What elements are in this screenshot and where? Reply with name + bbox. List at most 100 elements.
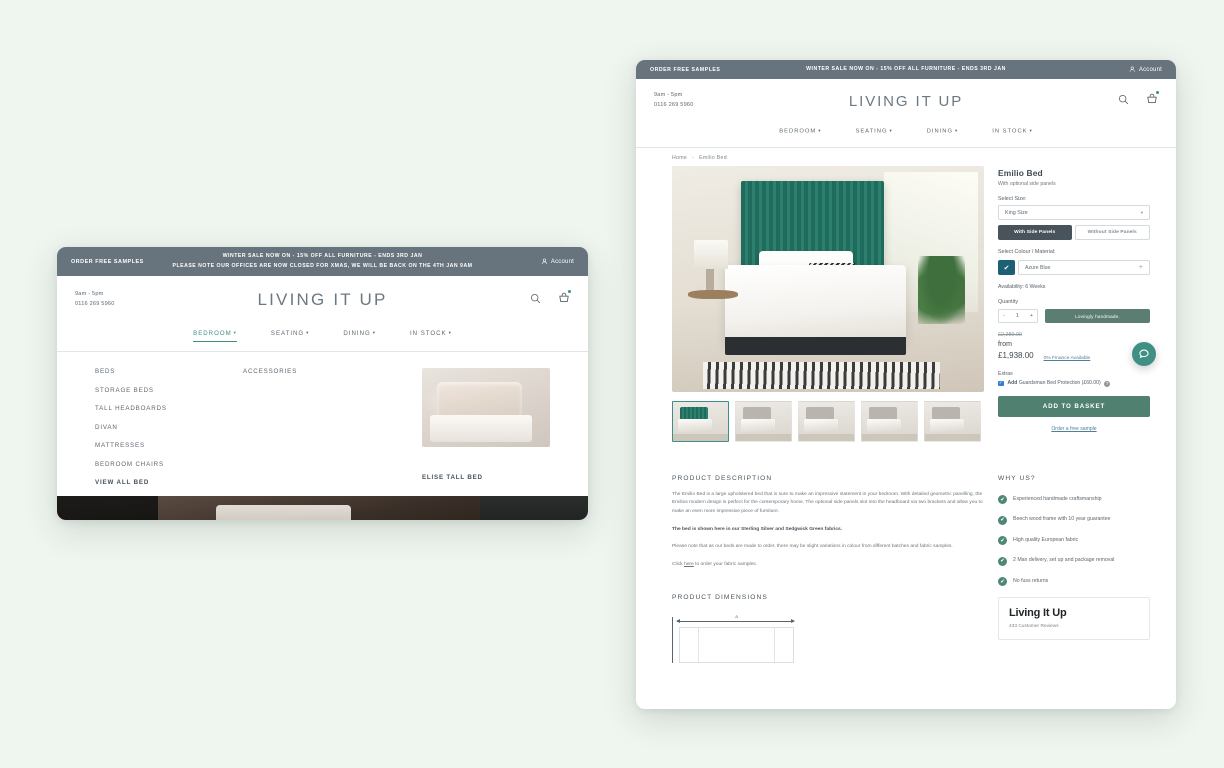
thumbnail-1[interactable] xyxy=(672,400,729,442)
product-main-image[interactable] xyxy=(672,165,984,392)
nav-item-dining-front[interactable]: DINING ▾ xyxy=(927,128,959,139)
click-suffix: to order your fabric samples. xyxy=(693,562,758,568)
quantity-decrease-button[interactable]: - xyxy=(1003,313,1005,319)
why-us-item-4: ✔ 2 Man delivery, set up and package rem… xyxy=(998,556,1150,566)
breadcrumb-home[interactable]: Home xyxy=(672,155,687,161)
nav-item-in-stock[interactable]: IN STOCK ▾ xyxy=(410,330,452,342)
brand-header-back: 9am - 5pm 0116 269 5960 LIVING IT UP xyxy=(57,276,588,324)
nav-item-bedroom[interactable]: BEDROOM ▾ xyxy=(193,330,237,342)
chevron-down-icon: ▾ xyxy=(233,330,237,336)
dimension-bed-outline xyxy=(679,626,794,663)
order-free-samples-link-front[interactable]: ORDER FREE SAMPLES xyxy=(650,67,720,73)
mega-link-mattresses[interactable]: MATTRESSES xyxy=(95,442,243,449)
thumbnail-2[interactable] xyxy=(735,400,792,442)
review-card[interactable]: Living It Up 433 Customer Reviews xyxy=(998,597,1150,641)
screenshot-stage: ORDER FREE SAMPLES WINTER SALE NOW ON - … xyxy=(0,0,1224,768)
mega-link-accessories[interactable]: ACCESSORIES xyxy=(243,368,391,375)
order-free-sample-link[interactable]: Order a free sample xyxy=(998,426,1150,432)
browser-window-megamenu: ORDER FREE SAMPLES WINTER SALE NOW ON - … xyxy=(57,247,588,520)
with-side-panels-button[interactable]: With Side Panels xyxy=(998,225,1072,241)
chat-widget-button[interactable] xyxy=(1132,342,1156,366)
nav-item-seating-front[interactable]: SEATING ▾ xyxy=(855,128,892,139)
order-free-samples-link[interactable]: ORDER FREE SAMPLES xyxy=(71,259,144,265)
why-us-item-2: ✔ Beech wood frame with 10 year guarante… xyxy=(998,515,1150,525)
mega-link-bedroom-chairs[interactable]: BEDROOM CHAIRS xyxy=(95,461,243,468)
thumbnail-3[interactable] xyxy=(798,400,855,442)
product-gallery xyxy=(672,165,984,442)
check-icon: ✔ xyxy=(998,577,1007,587)
thumbnail-4[interactable] xyxy=(861,400,918,442)
thumb-bed xyxy=(740,419,776,432)
quantity-value: 1 xyxy=(1015,313,1019,320)
dimension-arrow xyxy=(676,619,795,624)
quantity-label: Quantity xyxy=(998,299,1019,306)
chevron-down-icon: ▾ xyxy=(955,128,959,133)
search-icon[interactable] xyxy=(1118,92,1129,110)
finance-link[interactable]: 0% Finance Available xyxy=(1044,356,1091,362)
browser-window-pdp: ORDER FREE SAMPLES WINTER SALE NOW ON - … xyxy=(636,60,1176,709)
account-link-back[interactable]: Account xyxy=(541,258,574,265)
quantity-stepper[interactable]: - 1 + xyxy=(998,309,1038,324)
account-link-front[interactable]: Account xyxy=(1129,66,1162,73)
size-label: Select Size: xyxy=(998,195,1027,202)
account-label: Account xyxy=(550,258,574,265)
add-to-basket-button[interactable]: ADD TO BASKET xyxy=(998,396,1150,418)
thumb-floor xyxy=(862,433,917,441)
mega-link-divan[interactable]: DIVAN xyxy=(95,424,243,431)
chevron-down-icon: ▾ xyxy=(448,330,452,336)
thumb-floor xyxy=(925,433,980,441)
thumb-bed xyxy=(803,419,839,432)
product-buy-box: Emilio Bed With optional side panels Sel… xyxy=(998,166,1150,442)
colour-name-field[interactable]: Azure Blue + xyxy=(1018,260,1150,276)
mega-link-beds[interactable]: BEDS xyxy=(95,368,243,375)
search-icon[interactable] xyxy=(530,291,541,309)
without-side-panels-button[interactable]: Without Side Panels xyxy=(1074,225,1150,241)
nav-label-bedroom: BEDROOM xyxy=(193,330,232,337)
feature-product-image xyxy=(422,368,550,447)
click-prefix: Click xyxy=(672,562,684,568)
thumbnail-5[interactable] xyxy=(924,400,981,442)
mega-link-tall-headboards[interactable]: TALL HEADBOARDS xyxy=(95,405,243,412)
colour-swatch-azure-blue[interactable]: ✔ xyxy=(998,260,1015,276)
why-us-text-4: 2 Man delivery, set up and package remov… xyxy=(1013,557,1115,564)
why-us-text-2: Beech wood frame with 10 year guarantee xyxy=(1013,516,1111,523)
mega-feature-product[interactable]: ELISE TALL BED xyxy=(422,368,550,486)
image-side-table xyxy=(687,289,738,299)
thumb-bed xyxy=(929,419,965,432)
mega-link-view-all-bed[interactable]: VIEW ALL BED xyxy=(95,479,243,486)
check-icon: ✔ xyxy=(998,495,1007,505)
description-paragraph-2: The bed is shown here in our Sterling Si… xyxy=(672,526,843,532)
quantity-increase-button[interactable]: + xyxy=(1030,313,1033,319)
nav-item-in-stock-front[interactable]: IN STOCK ▾ xyxy=(992,128,1033,139)
why-us-text-3: High quality European fabric xyxy=(1013,536,1079,543)
site-logo-front[interactable]: LIVING IT UP xyxy=(636,93,1176,110)
description-paragraph-3: Please note that as our beds are made to… xyxy=(672,544,953,550)
nav-item-dining[interactable]: DINING ▾ xyxy=(343,330,376,342)
thumbnail-strip xyxy=(672,400,984,442)
breadcrumb: Home › Emilio Bed xyxy=(636,148,1176,166)
extras-option-row[interactable]: ✓ Add Guardsman Bed Protection (£60.00) … xyxy=(998,380,1150,388)
extras-checkbox[interactable]: ✓ xyxy=(998,380,1004,387)
description-paragraph-4: Click here to order your fabric samples. xyxy=(672,561,984,570)
price-now: £1,938.00 xyxy=(998,351,1034,360)
main-nav-front: BEDROOM ▾ SEATING ▾ DINING ▾ IN STOCK ▾ xyxy=(636,123,1176,148)
size-select[interactable]: King Size ▾ xyxy=(998,205,1150,221)
site-logo-back[interactable]: LIVING IT UP xyxy=(57,290,588,310)
account-label-front: Account xyxy=(1138,66,1162,73)
nav-item-seating[interactable]: SEATING ▾ xyxy=(271,330,310,342)
hero-panel-left xyxy=(57,496,158,520)
info-icon[interactable]: ? xyxy=(1104,380,1111,387)
cart-badge-dot xyxy=(567,290,571,294)
check-icon: ✔ xyxy=(998,556,1007,566)
user-icon xyxy=(541,258,548,265)
thumb-bed xyxy=(866,419,902,432)
hero-banner-strip xyxy=(57,496,588,520)
basket-icon[interactable] xyxy=(558,290,571,309)
mega-link-storage-beds[interactable]: STORAGE BEDS xyxy=(95,387,243,394)
nav-item-bedroom-front[interactable]: BEDROOM ▾ xyxy=(779,128,821,139)
fabric-samples-link[interactable]: here xyxy=(684,562,694,567)
basket-icon[interactable] xyxy=(1146,91,1159,110)
thumb-floor xyxy=(673,433,728,441)
main-nav-back: BEDROOM ▾ SEATING ▾ DINING ▾ IN STOCK ▾ xyxy=(57,324,588,352)
product-detail-layout: Emilio Bed With optional side panels Sel… xyxy=(636,165,1176,442)
